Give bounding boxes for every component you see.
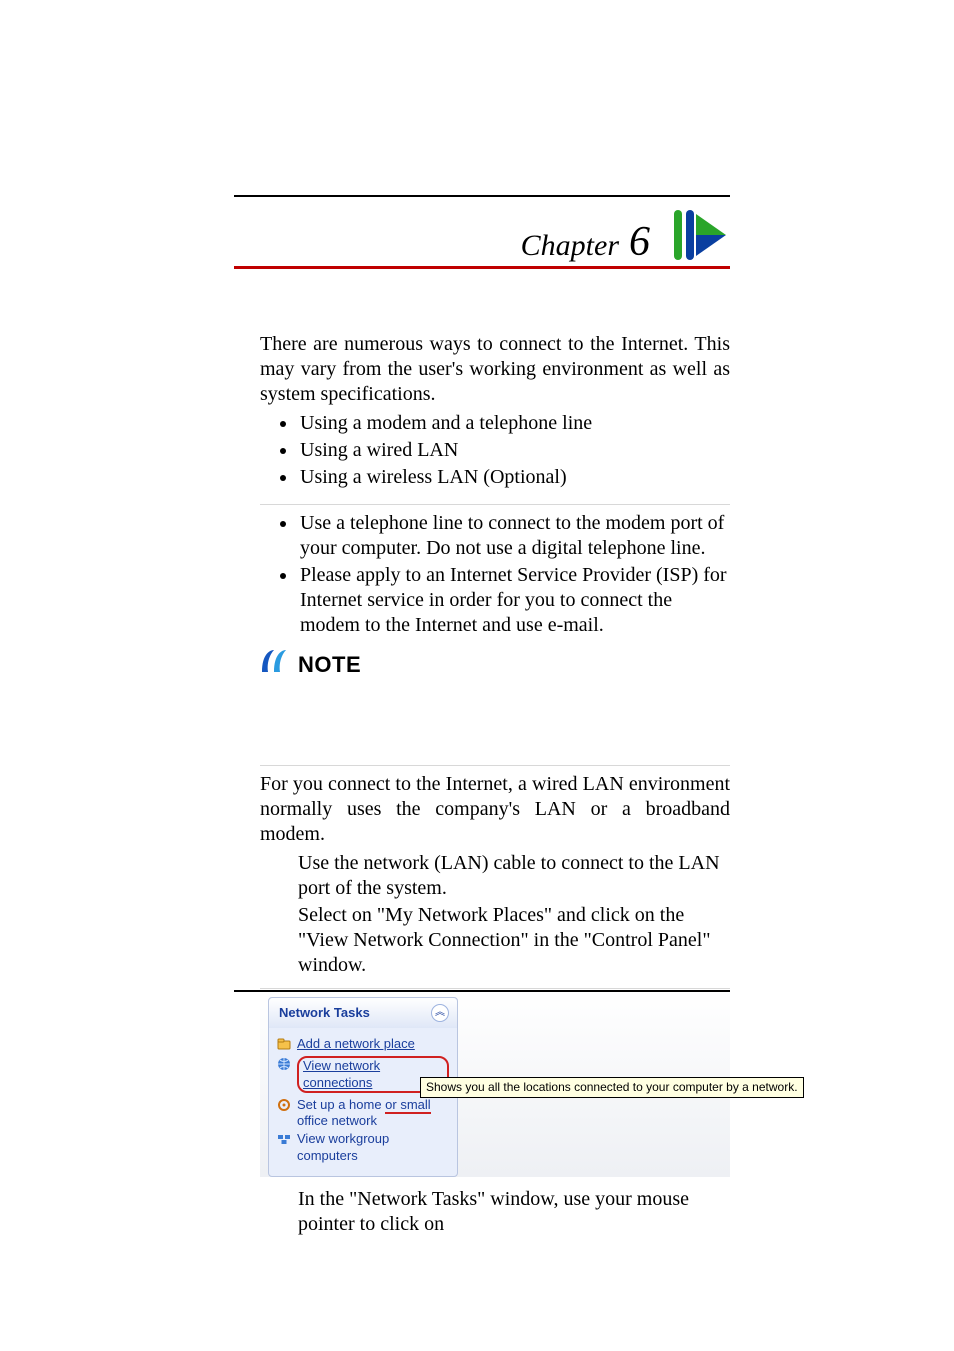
footer-rule [234, 990, 730, 992]
collapse-icon[interactable]: ︽ [431, 1004, 449, 1022]
chapter-number: 6 [629, 218, 650, 266]
setup-home-network-line2[interactable]: office network [297, 1113, 449, 1129]
folder-plus-icon [277, 1037, 291, 1051]
intro-bullet-3: Using a wireless LAN (Optional) [298, 465, 730, 490]
note-bullets: Use a telephone line to connect to the m… [260, 511, 730, 638]
wired-step-1: Use the network (LAN) cable to connect t… [298, 851, 730, 901]
chapter-underline [234, 266, 730, 269]
note-bullet-1: Use a telephone line to connect to the m… [298, 511, 730, 561]
chapter-word: Chapter [521, 229, 619, 263]
page: Chapter 6 There are numerous ways to con… [0, 0, 954, 1351]
network-tasks-figure: Network Tasks ︽ Add a network place [260, 988, 730, 1177]
spacer [260, 681, 730, 751]
view-workgroup-link[interactable]: View workgroup computers [277, 1129, 449, 1166]
home-network-icon [277, 1098, 291, 1112]
globe-icon [277, 1057, 291, 1071]
intro-bullet-2: Using a wired LAN [298, 438, 730, 463]
workgroup-icon [277, 1132, 291, 1146]
section-divider [260, 504, 730, 505]
wired-step-2: Select on "My Network Places" and click … [298, 903, 730, 978]
view-network-connections-label: View network connections [303, 1058, 380, 1089]
wired-paragraph: For you connect to the Internet, a wired… [260, 772, 730, 847]
header-rule [234, 195, 730, 197]
note-label: NOTE [298, 651, 361, 679]
note-bullet-2: Please apply to an Internet Service Prov… [298, 563, 730, 638]
add-network-place-link[interactable]: Add a network place [277, 1034, 449, 1054]
network-tasks-header[interactable]: Network Tasks ︽ [269, 998, 457, 1028]
section-divider-2 [260, 765, 730, 766]
intro-bullet-1: Using a modem and a telephone line [298, 411, 730, 436]
chapter-arrow-icon [674, 210, 730, 265]
note-icon [260, 648, 290, 681]
intro-bullets: Using a modem and a telephone line Using… [260, 411, 730, 490]
add-network-place-label: Add a network place [297, 1036, 415, 1052]
setup-home-network-label-b: or small [385, 1097, 431, 1114]
body-text: There are numerous ways to connect to th… [260, 332, 730, 1237]
setup-home-network-label-a: Set up a home [297, 1097, 385, 1112]
intro-paragraph: There are numerous ways to connect to th… [260, 332, 730, 407]
tooltip: Shows you all the locations connected to… [420, 1077, 804, 1098]
chapter-heading: Chapter 6 [234, 210, 730, 270]
view-workgroup-label: View workgroup computers [297, 1131, 449, 1164]
network-tasks-title: Network Tasks [279, 1005, 370, 1021]
after-panel-text: In the "Network Tasks" window, use your … [260, 1187, 730, 1237]
note-row: NOTE [260, 648, 730, 681]
wired-steps: Use the network (LAN) cable to connect t… [260, 851, 730, 978]
